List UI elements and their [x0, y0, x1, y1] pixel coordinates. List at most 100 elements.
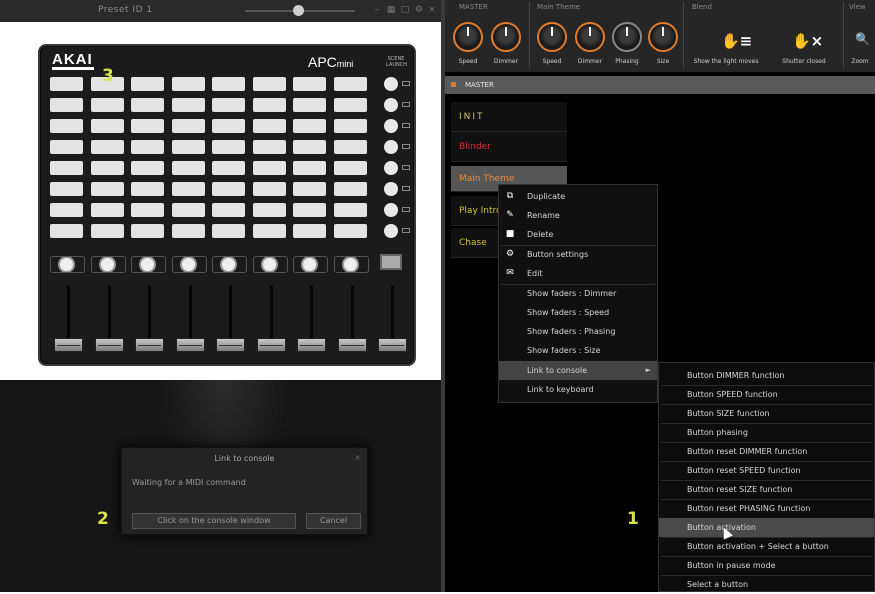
clip-pad[interactable]	[293, 98, 326, 112]
context-menu-item[interactable]: Link to keyboard	[499, 380, 657, 399]
clip-pad[interactable]	[252, 77, 286, 91]
clip-pad[interactable]	[333, 161, 367, 175]
clip-pad[interactable]	[131, 161, 164, 175]
fader-cap[interactable]	[54, 338, 83, 352]
clip-pad[interactable]	[333, 77, 367, 91]
submenu-item[interactable]: Button phasing	[659, 423, 874, 442]
clip-pad[interactable]	[171, 98, 205, 112]
submenu-item[interactable]: Button activation	[659, 518, 874, 537]
clip-pad[interactable]	[293, 182, 326, 196]
scene-launch-button[interactable]	[384, 98, 398, 112]
scene-launch-button[interactable]	[384, 182, 398, 196]
clip-pad[interactable]	[333, 224, 367, 238]
clip-pad[interactable]	[50, 161, 83, 175]
context-menu-item[interactable]: Link to console ►	[499, 361, 657, 380]
phasing-knob[interactable]	[612, 22, 642, 52]
clip-pad[interactable]	[293, 224, 326, 238]
clip-pad[interactable]	[50, 203, 83, 217]
clip-pad[interactable]	[50, 224, 83, 238]
scene-launch-button[interactable]	[384, 161, 398, 175]
clip-pad[interactable]	[171, 161, 205, 175]
clip-pad[interactable]	[252, 161, 286, 175]
clip-pad[interactable]	[252, 182, 286, 196]
close-icon[interactable]: ×	[427, 5, 437, 15]
clip-pad[interactable]	[333, 203, 367, 217]
context-menu-item[interactable]: Show faders : Dimmer	[499, 284, 657, 303]
fader-cap[interactable]	[256, 338, 286, 352]
clip-pad[interactable]	[212, 161, 245, 175]
clip-pad[interactable]	[252, 140, 286, 154]
size-knob[interactable]	[648, 22, 678, 52]
fader-cap[interactable]	[337, 338, 367, 352]
zoom-slider-thumb[interactable]	[293, 5, 304, 16]
clip-pad[interactable]	[131, 77, 164, 91]
clip-pad[interactable]	[131, 224, 164, 238]
clip-pad[interactable]	[90, 224, 124, 238]
clip-pad[interactable]	[90, 140, 124, 154]
dimmer-knob[interactable]	[491, 22, 521, 52]
clip-pad[interactable]	[293, 77, 326, 91]
context-menu-item[interactable]: Show faders : Size	[499, 341, 657, 360]
clip-pad[interactable]	[90, 119, 124, 133]
settings-icon[interactable]: ⚙	[414, 5, 424, 15]
cue-button-init[interactable]: INIT	[451, 102, 567, 132]
blend-icon[interactable]: ✋≡	[721, 32, 752, 50]
context-menu-item[interactable]: ⚙ Button settings	[499, 245, 657, 264]
scene-launch-button[interactable]	[384, 119, 398, 133]
clip-pad[interactable]	[90, 182, 124, 196]
cue-button-play[interactable]: Play Intro	[451, 196, 501, 226]
clip-pad[interactable]	[50, 119, 83, 133]
clip-pad[interactable]	[333, 119, 367, 133]
context-menu-item[interactable]: Show faders : Speed	[499, 303, 657, 322]
clip-pad[interactable]	[293, 203, 326, 217]
clip-pad[interactable]	[212, 203, 245, 217]
speed-knob[interactable]	[537, 22, 567, 52]
clip-pad[interactable]	[212, 182, 245, 196]
clip-pad[interactable]	[252, 203, 286, 217]
dimmer-knob[interactable]	[575, 22, 605, 52]
fader-cap[interactable]	[135, 338, 164, 352]
clip-pad[interactable]	[212, 224, 245, 238]
clip-pad[interactable]	[212, 140, 245, 154]
clip-pad[interactable]	[333, 140, 367, 154]
fader-cap[interactable]	[94, 338, 124, 352]
submenu-item[interactable]: Select a button	[659, 575, 874, 594]
submenu-item[interactable]: Button SPEED function	[659, 385, 874, 404]
clip-pad[interactable]	[50, 140, 83, 154]
close-icon[interactable]: ×	[354, 453, 361, 462]
clip-pad[interactable]	[171, 119, 205, 133]
cue-button-blinder[interactable]: Blinder	[451, 132, 567, 162]
context-menu-item[interactable]: ⧉ Duplicate	[499, 187, 657, 206]
submenu-item[interactable]: Button SIZE function	[659, 404, 874, 423]
clip-pad[interactable]	[252, 98, 286, 112]
scene-launch-button[interactable]	[384, 140, 398, 154]
clip-pad[interactable]	[333, 182, 367, 196]
clip-pad[interactable]	[171, 203, 205, 217]
clip-pad[interactable]	[131, 203, 164, 217]
clip-pad[interactable]	[171, 224, 205, 238]
submenu-item[interactable]: Button DIMMER function	[659, 366, 874, 385]
stop-blend-icon[interactable]: ✋×	[792, 32, 823, 50]
clip-pad[interactable]	[252, 224, 286, 238]
submenu-item[interactable]: Button activation + Select a button	[659, 537, 874, 556]
zoom-icon[interactable]: 🔍	[855, 32, 870, 46]
clip-pad[interactable]	[212, 119, 245, 133]
submenu-item[interactable]: Button reset PHASING function	[659, 499, 874, 518]
clip-pad[interactable]	[212, 77, 245, 91]
grid-icon[interactable]: ▦	[386, 5, 396, 15]
clip-pad[interactable]	[131, 182, 164, 196]
scene-launch-button[interactable]	[384, 77, 398, 91]
shift-button[interactable]	[380, 254, 402, 270]
cue-button-chase[interactable]: Chase	[451, 228, 501, 258]
clip-pad[interactable]	[131, 140, 164, 154]
clip-pad[interactable]	[171, 182, 205, 196]
clip-pad[interactable]	[333, 98, 367, 112]
click-console-button[interactable]: Click on the console window	[132, 513, 296, 529]
scene-launch-button[interactable]	[384, 224, 398, 238]
fader-cap[interactable]	[378, 338, 407, 352]
clip-pad[interactable]	[293, 140, 326, 154]
clip-pad[interactable]	[171, 140, 205, 154]
clip-pad[interactable]	[90, 203, 124, 217]
clip-pad[interactable]	[50, 98, 83, 112]
clip-pad[interactable]	[293, 119, 326, 133]
